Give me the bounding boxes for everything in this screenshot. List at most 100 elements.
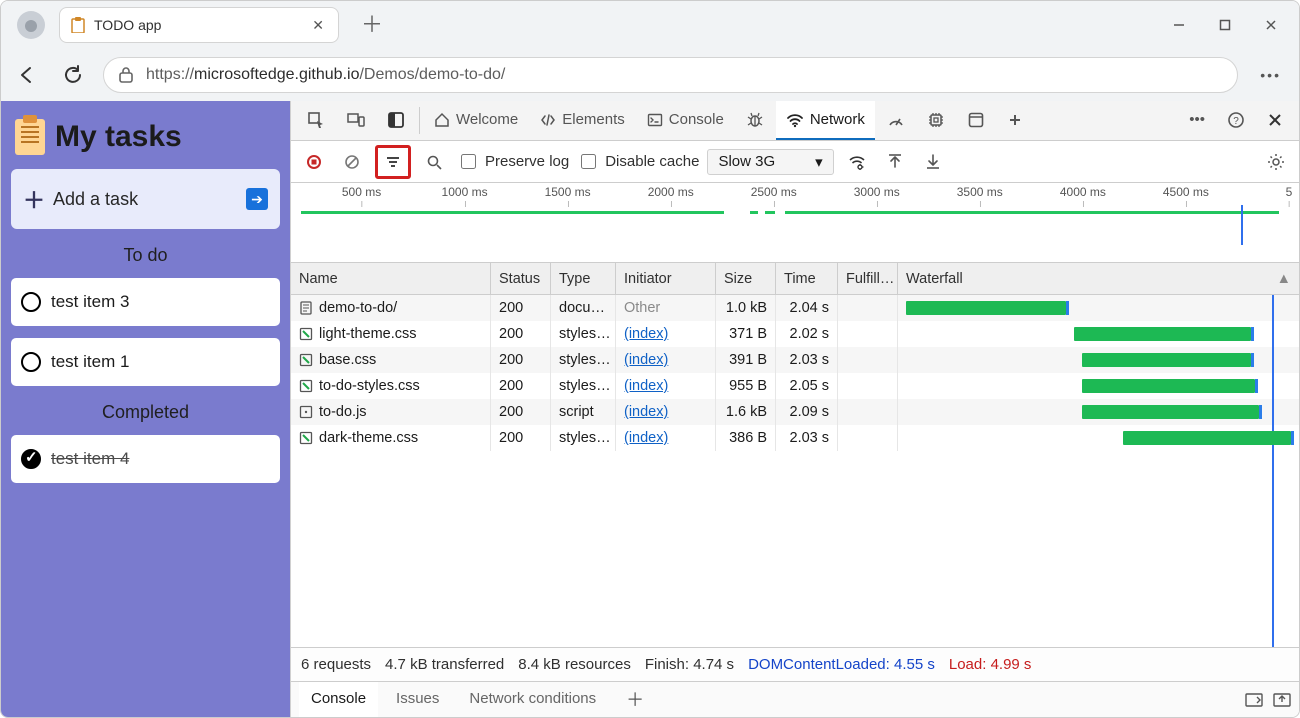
initiator-link[interactable]: (index) — [624, 352, 668, 368]
overview-tick: 3000 ms — [854, 185, 900, 199]
request-time: 2.03 s — [776, 425, 838, 451]
drawer-expand-button[interactable] — [1245, 693, 1263, 707]
import-har-button[interactable] — [880, 147, 910, 177]
devtools-close-button[interactable] — [1257, 101, 1293, 140]
request-time: 2.09 s — [776, 399, 838, 425]
initiator-link[interactable]: (index) — [624, 404, 668, 420]
record-button[interactable] — [299, 147, 329, 177]
request-fulfilled — [838, 321, 898, 347]
request-type: styles… — [551, 373, 616, 399]
tab-console[interactable]: Console — [637, 101, 734, 140]
network-conditions-button[interactable] — [842, 147, 872, 177]
col-name[interactable]: Name — [291, 263, 491, 294]
preserve-log-checkbox[interactable]: Preserve log — [457, 151, 569, 172]
address-bar[interactable]: https://microsoftedge.github.io/Demos/de… — [103, 57, 1238, 93]
tab-application[interactable] — [957, 101, 995, 140]
col-waterfall[interactable]: Waterfall▲ — [898, 263, 1299, 294]
drawer-close-button[interactable] — [1273, 693, 1291, 707]
drawer-tab-network-conditions[interactable]: Network conditions — [457, 682, 608, 717]
devtools-help-button[interactable]: ? — [1217, 101, 1255, 140]
tab-welcome[interactable]: Welcome — [424, 101, 528, 140]
toolbar: https://microsoftedge.github.io/Demos/de… — [1, 49, 1299, 101]
table-header[interactable]: Name Status Type Initiator Size Time Ful… — [291, 263, 1299, 295]
waterfall-cell — [898, 425, 1299, 451]
table-row[interactable]: light-theme.css200styles…(index)371 B2.0… — [291, 321, 1299, 347]
dock-side-button[interactable] — [377, 101, 415, 140]
tab-network[interactable]: Network — [776, 101, 875, 140]
tab-bug[interactable] — [736, 101, 774, 140]
initiator-link[interactable]: (index) — [624, 378, 668, 394]
throttling-select[interactable]: Slow 3G ▾ — [707, 149, 833, 175]
add-task-button[interactable]: ＋ Add a task ➔ — [11, 169, 280, 229]
devtools-more-button[interactable]: ••• — [1179, 101, 1215, 140]
request-fulfilled — [838, 347, 898, 373]
col-type[interactable]: Type — [551, 263, 616, 294]
overview-tick: 2500 ms — [751, 185, 797, 199]
network-overview[interactable]: 500 ms1000 ms1500 ms2000 ms2500 ms3000 m… — [291, 183, 1299, 263]
export-har-button[interactable] — [918, 147, 948, 177]
tab-memory[interactable] — [917, 101, 955, 140]
task-item-completed[interactable]: test item 4 — [11, 435, 280, 483]
arrow-right-icon[interactable]: ➔ — [246, 188, 268, 210]
inspect-element-button[interactable] — [297, 101, 335, 140]
filter-button[interactable] — [375, 145, 411, 179]
clear-button[interactable] — [337, 147, 367, 177]
task-checkbox[interactable] — [21, 292, 41, 312]
col-fulfilled[interactable]: Fulfill… — [838, 263, 898, 294]
task-item[interactable]: test item 1 — [11, 338, 280, 386]
profile-avatar[interactable] — [17, 11, 45, 39]
request-size: 1.6 kB — [716, 399, 776, 425]
table-row[interactable]: base.css200styles…(index)391 B2.03 s — [291, 347, 1299, 373]
drawer-add-tab-button[interactable]: ＋ — [614, 682, 656, 717]
window-close-button[interactable] — [1249, 10, 1293, 40]
network-settings-button[interactable] — [1261, 147, 1291, 177]
window-minimize-button[interactable] — [1157, 10, 1201, 40]
more-tabs-button[interactable] — [997, 101, 1033, 140]
table-row[interactable]: demo-to-do/200docu…Other1.0 kB2.04 s — [291, 295, 1299, 321]
col-status[interactable]: Status — [491, 263, 551, 294]
browser-menu-button[interactable]: ••• — [1252, 63, 1289, 87]
tab-performance[interactable] — [877, 101, 915, 140]
task-item[interactable]: test item 3 — [11, 278, 280, 326]
site-lock-icon[interactable] — [118, 66, 134, 84]
file-type-icon — [299, 327, 313, 341]
tab-close-button[interactable]: ✕ — [308, 15, 328, 36]
initiator-link[interactable]: (index) — [624, 326, 668, 342]
window-controls — [1157, 10, 1293, 40]
col-time[interactable]: Time — [776, 263, 838, 294]
table-row[interactable]: to-do-styles.css200styles…(index)955 B2.… — [291, 373, 1299, 399]
task-checkbox[interactable] — [21, 352, 41, 372]
request-type: script — [551, 399, 616, 425]
wifi-gear-icon — [848, 153, 866, 171]
device-emulation-button[interactable] — [337, 101, 375, 140]
drawer-tab-issues[interactable]: Issues — [384, 682, 451, 717]
initiator-link[interactable]: (index) — [624, 430, 668, 446]
col-size[interactable]: Size — [716, 263, 776, 294]
col-initiator[interactable]: Initiator — [616, 263, 716, 294]
status-load: Load: 4.99 s — [949, 656, 1032, 673]
clipboard-icon — [15, 119, 45, 155]
status-resources: 8.4 kB resources — [518, 656, 631, 673]
chevron-down-icon: ▾ — [815, 153, 823, 171]
table-row[interactable]: dark-theme.css200styles…(index)386 B2.03… — [291, 425, 1299, 451]
request-status: 200 — [491, 321, 551, 347]
search-button[interactable] — [419, 147, 449, 177]
new-tab-button[interactable]: ＋ — [353, 10, 391, 40]
request-initiator: (index) — [616, 425, 716, 451]
svg-text:?: ? — [1233, 116, 1239, 127]
nav-back-button[interactable] — [11, 59, 43, 91]
table-row[interactable]: to-do.js200script(index)1.6 kB2.09 s — [291, 399, 1299, 425]
tab-elements[interactable]: Elements — [530, 101, 635, 140]
disable-cache-checkbox[interactable]: Disable cache — [577, 151, 699, 172]
search-icon — [426, 154, 442, 170]
url-text: https://microsoftedge.github.io/Demos/de… — [146, 66, 505, 84]
task-checkbox-checked[interactable] — [21, 449, 41, 469]
request-type: styles… — [551, 425, 616, 451]
request-size: 371 B — [716, 321, 776, 347]
browser-tab[interactable]: TODO app ✕ — [59, 7, 339, 43]
drawer-tab-console[interactable]: Console — [299, 682, 378, 717]
nav-refresh-button[interactable] — [57, 59, 89, 91]
waterfall-bar — [1123, 431, 1291, 445]
window-maximize-button[interactable] — [1203, 10, 1247, 40]
request-initiator: (index) — [616, 399, 716, 425]
